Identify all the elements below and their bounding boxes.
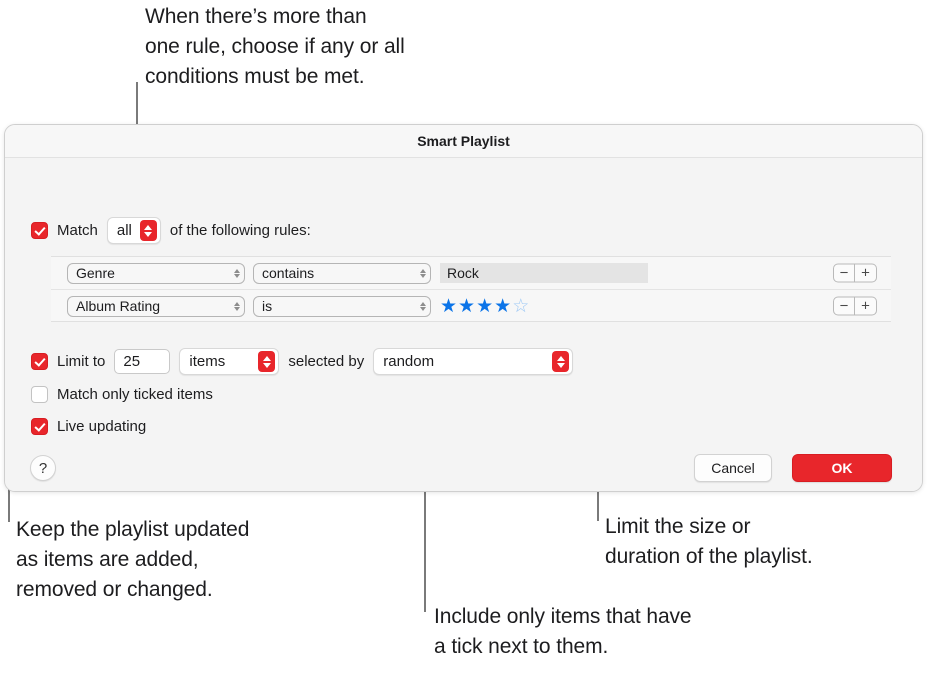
live-updating-row: Live updating (31, 418, 146, 435)
rule-operator-select[interactable]: contains (253, 262, 431, 284)
callout-text-limit: Limit the size or duration of the playli… (605, 515, 813, 568)
callout-text-live-updating: Keep the playlist updated as items are a… (16, 518, 250, 601)
rule-operator-select[interactable]: is (253, 295, 431, 317)
star-filled-icon: ★ (440, 295, 459, 317)
chevron-updown-icon (234, 301, 240, 311)
limit-checkbox[interactable] (31, 353, 48, 370)
match-label: Match (57, 222, 98, 239)
cancel-button[interactable]: Cancel (694, 454, 772, 482)
match-ticked-label: Match only ticked items (57, 386, 213, 403)
star-filled-icon: ★ (458, 295, 477, 317)
match-suffix-label: of the following rules: (169, 222, 311, 239)
rule-add-remove-group: − + (833, 296, 877, 316)
limit-amount-input[interactable]: 25 (114, 349, 171, 374)
remove-rule-button[interactable]: − (833, 296, 855, 316)
rule-field-select[interactable]: Album Rating (67, 295, 245, 317)
chevron-updown-icon (420, 301, 426, 311)
match-checkbox[interactable] (31, 222, 48, 239)
ok-button[interactable]: OK (792, 454, 892, 482)
rule-field-value: Album Rating (76, 298, 161, 314)
star-empty-icon: ☆ (512, 295, 531, 317)
callout-text-match-rules: When there’s more than one rule, choose … (145, 5, 405, 88)
selected-by-popup[interactable]: random (373, 348, 574, 375)
smart-playlist-dialog: Smart Playlist Match all of the followin… (4, 124, 923, 492)
chevron-updown-icon (420, 268, 426, 278)
selected-by-label: selected by (288, 353, 365, 370)
live-updating-checkbox[interactable] (31, 418, 48, 435)
rule-add-remove-group: − + (833, 263, 877, 283)
match-ticked-checkbox[interactable] (31, 386, 48, 403)
limit-unit-popup[interactable]: items (179, 348, 280, 375)
chevron-updown-icon (139, 220, 157, 241)
dialog-title: Smart Playlist (417, 133, 510, 149)
chevron-updown-icon (234, 268, 240, 278)
match-type-popup[interactable]: all (106, 217, 161, 244)
chevron-updown-icon (552, 351, 570, 372)
remove-rule-button[interactable]: − (833, 263, 855, 283)
chevron-updown-icon (258, 351, 276, 372)
add-rule-button[interactable]: + (855, 263, 877, 283)
live-updating-label: Live updating (57, 418, 147, 435)
rule-rating-stars[interactable]: ★★★★☆ (440, 297, 530, 316)
star-filled-icon: ★ (476, 295, 495, 317)
star-filled-icon: ★ (494, 295, 513, 317)
rule-row: Genre contains Rock − + (51, 257, 891, 289)
match-type-value: all (116, 222, 132, 239)
limit-label: Limit to (57, 353, 106, 370)
help-button[interactable]: ? (30, 455, 56, 481)
dialog-titlebar: Smart Playlist (5, 125, 922, 158)
rule-operator-value: contains (262, 265, 315, 281)
match-ticked-row: Match only ticked items (31, 386, 213, 403)
rule-row: Album Rating is ★★★★☆ − + (51, 289, 891, 322)
selected-by-value: random (383, 353, 435, 370)
limit-row: Limit to 25 items selected by random (31, 348, 574, 375)
rules-panel: Genre contains Rock − + Album Rating is … (51, 256, 891, 322)
dialog-body: Match all of the following rules: Genre … (5, 158, 922, 491)
limit-unit-value: items (189, 353, 226, 370)
rule-operator-value: is (262, 298, 273, 314)
rule-value-input[interactable]: Rock (440, 263, 648, 283)
match-rules-row: Match all of the following rules: (31, 217, 311, 244)
rule-field-value: Genre (76, 265, 115, 281)
rule-field-select[interactable]: Genre (67, 262, 245, 284)
callout-text-ticked-items: Include only items that have a tick next… (434, 605, 692, 658)
add-rule-button[interactable]: + (855, 296, 877, 316)
